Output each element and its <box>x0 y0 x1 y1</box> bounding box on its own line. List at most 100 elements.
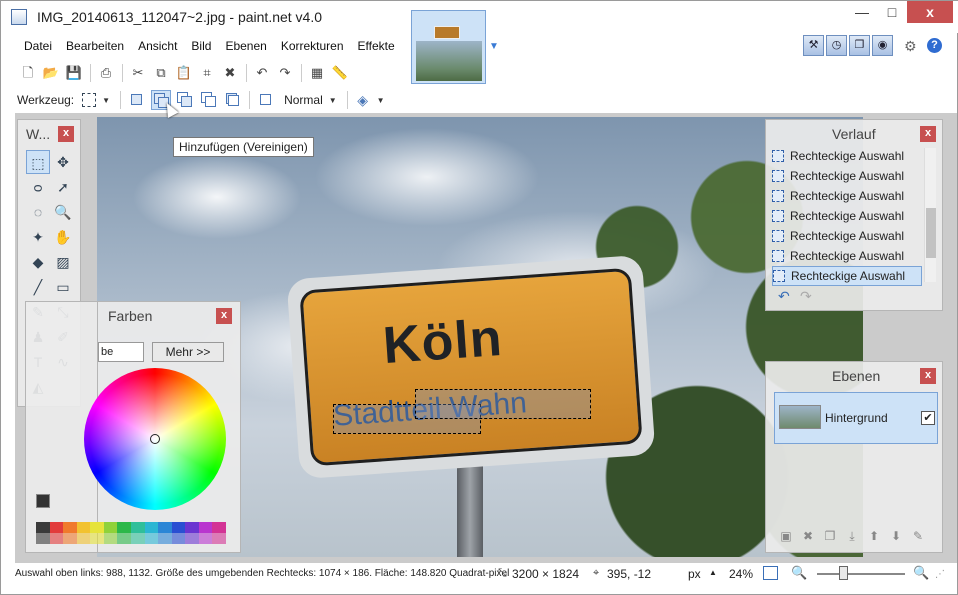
selection-mode-exclude-icon[interactable] <box>175 90 195 110</box>
save-icon[interactable]: 💾 <box>63 62 85 84</box>
palette-swatch[interactable] <box>171 533 186 544</box>
antialiasing-dropdown-icon[interactable]: ▼ <box>377 96 385 105</box>
copy-icon[interactable]: ⧉ <box>150 62 172 84</box>
palette-swatch[interactable] <box>130 522 145 533</box>
layers-panel-close-button[interactable]: x <box>920 368 936 384</box>
primary-color-swatch[interactable] <box>36 494 50 508</box>
more-colors-button[interactable]: Mehr >> <box>152 342 224 362</box>
unit-select[interactable]: px <box>688 567 701 581</box>
history-item[interactable]: Rechteckige Auswahl <box>772 246 922 266</box>
palette-swatch[interactable] <box>63 533 77 544</box>
history-item[interactable]: Rechteckige Auswahl <box>772 186 922 206</box>
paintbrush-icon[interactable]: ╱ <box>26 275 50 299</box>
menu-ebenen[interactable]: Ebenen <box>218 39 273 53</box>
zoom-slider-knob[interactable] <box>839 566 848 580</box>
close-window-button[interactable]: x <box>907 1 953 23</box>
delete-layer-icon[interactable]: ✖ <box>800 528 816 544</box>
zoom-slider[interactable] <box>817 573 905 575</box>
zoom-icon[interactable]: 🔍 <box>51 200 75 224</box>
palette-swatch[interactable] <box>117 522 131 533</box>
tools-window-toggle-icon[interactable]: ⚒ <box>803 35 824 56</box>
move-selection-icon[interactable]: ➚ <box>51 175 75 199</box>
layer-properties-icon[interactable]: ✎ <box>910 528 926 544</box>
open-file-icon[interactable]: 📂 <box>40 62 62 84</box>
menu-effekte[interactable]: Effekte <box>351 39 402 53</box>
lasso-select-icon[interactable]: ᴑ <box>26 175 50 199</box>
pan-icon[interactable]: ✋ <box>51 225 75 249</box>
palette-swatch[interactable] <box>198 533 213 544</box>
paste-icon[interactable]: 📋 <box>173 62 195 84</box>
maximize-button[interactable]: □ <box>877 1 907 23</box>
history-item[interactable]: Rechteckige Auswahl <box>772 146 922 166</box>
palette-swatch[interactable] <box>36 533 50 544</box>
zoom-out-icon[interactable]: 🔍 <box>791 565 807 581</box>
palette-swatch[interactable] <box>144 533 159 544</box>
menu-bearbeiten[interactable]: Bearbeiten <box>59 39 131 53</box>
colors-window-toggle-icon[interactable]: ◉ <box>872 35 893 56</box>
palette-swatch[interactable] <box>117 533 131 544</box>
colors-panel-close-button[interactable]: x <box>216 308 232 324</box>
history-item[interactable]: Rechteckige Auswahl <box>772 266 922 286</box>
palette-swatch[interactable] <box>198 522 213 533</box>
history-scroll-thumb[interactable] <box>926 208 936 258</box>
move-layer-up-icon[interactable]: ⬆ <box>866 528 882 544</box>
image-tab-thumbnail[interactable] <box>411 10 486 84</box>
tool-dropdown-icon[interactable]: ▼ <box>102 96 110 105</box>
zoom-to-window-icon[interactable] <box>763 566 778 580</box>
selection-mode-intersect-icon[interactable] <box>199 90 219 110</box>
color-wheel-marker[interactable] <box>150 434 160 444</box>
selection-mode-invert-icon[interactable] <box>223 90 243 110</box>
palette-swatch[interactable] <box>158 522 172 533</box>
antialiasing-icon[interactable]: ◈ <box>352 89 374 111</box>
crop-to-selection-icon[interactable]: ⌗ <box>196 62 218 84</box>
magic-wand-icon[interactable]: ✦ <box>26 225 50 249</box>
history-item[interactable]: Rechteckige Auswahl <box>772 226 922 246</box>
move-layer-down-icon[interactable]: ⬇ <box>888 528 904 544</box>
palette-swatch[interactable] <box>90 533 104 544</box>
palette-swatch[interactable] <box>144 522 159 533</box>
blend-mode-select[interactable]: Normal <box>284 93 323 107</box>
palette-swatch[interactable] <box>103 533 118 544</box>
add-layer-icon[interactable]: ▣ <box>778 528 794 544</box>
selection-quality-icon[interactable] <box>256 90 276 110</box>
ellipse-select-icon[interactable]: ◌ <box>26 200 50 224</box>
undo-icon[interactable]: ↶ <box>251 62 273 84</box>
palette-swatch[interactable] <box>158 533 172 544</box>
menu-bild[interactable]: Bild <box>184 39 218 53</box>
menu-datei[interactable]: Datei <box>17 39 59 53</box>
help-icon[interactable]: ? <box>927 38 942 53</box>
settings-gear-icon[interactable]: ⚙ <box>904 38 917 55</box>
history-item[interactable]: Rechteckige Auswahl <box>772 206 922 226</box>
zoom-in-icon[interactable]: 🔍 <box>913 565 929 581</box>
history-redo-icon[interactable]: ↷ <box>800 288 812 305</box>
palette-swatch[interactable] <box>49 522 64 533</box>
menu-ansicht[interactable]: Ansicht <box>131 39 184 53</box>
print-icon[interactable]: ⎙ <box>95 62 117 84</box>
history-scrollbar[interactable] <box>924 148 936 282</box>
palette-swatch[interactable] <box>171 522 186 533</box>
palette-swatch[interactable] <box>76 533 91 544</box>
blend-mode-dropdown-icon[interactable]: ▼ <box>329 96 337 105</box>
palette-swatch[interactable] <box>185 522 199 533</box>
palette-swatch[interactable] <box>103 522 118 533</box>
history-undo-icon[interactable]: ↶ <box>778 288 790 305</box>
ruler-icon[interactable]: 📏 <box>329 62 351 84</box>
color-mode-select[interactable]: be <box>98 342 144 362</box>
redo-icon[interactable]: ↷ <box>274 62 296 84</box>
layer-row[interactable]: Hintergrund ✔ <box>774 392 938 444</box>
eraser-icon[interactable]: ▭ <box>51 275 75 299</box>
layer-visibility-checkbox[interactable]: ✔ <box>921 411 935 425</box>
cut-icon[interactable]: ✂ <box>127 62 149 84</box>
rectangle-select-icon[interactable]: ⬚ <box>26 150 50 174</box>
paint-bucket-icon[interactable]: ◆ <box>26 250 50 274</box>
unit-dropdown-icon[interactable]: ▲ <box>709 568 717 577</box>
palette-swatch[interactable] <box>76 522 91 533</box>
palette-swatch[interactable] <box>90 522 104 533</box>
new-file-icon[interactable]: 🗋 <box>17 62 39 84</box>
tools-panel-close-button[interactable]: x <box>58 126 74 142</box>
palette-swatch[interactable] <box>36 522 50 533</box>
palette-swatch[interactable] <box>185 533 199 544</box>
palette-swatch[interactable] <box>63 522 77 533</box>
paintnet-app-icon[interactable] <box>11 9 27 25</box>
grid-icon[interactable]: ▦ <box>306 62 328 84</box>
